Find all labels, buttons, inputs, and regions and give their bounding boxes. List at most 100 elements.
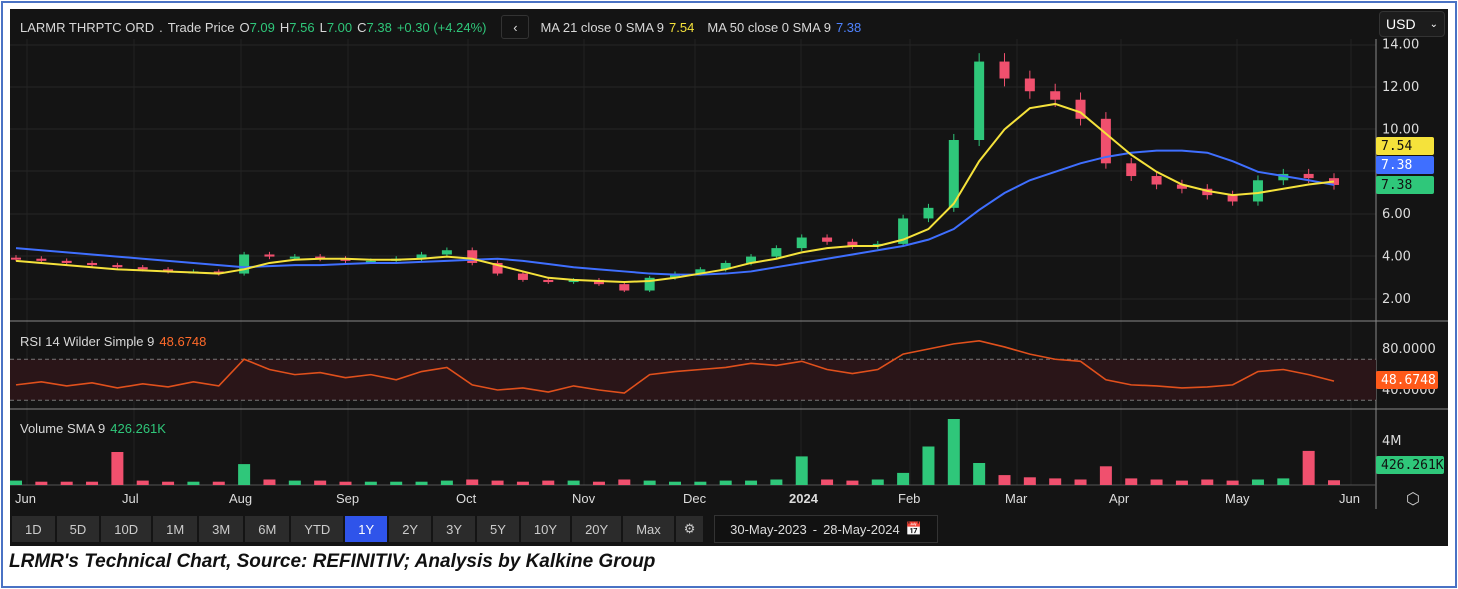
volume-bar bbox=[795, 456, 808, 485]
volume-bar bbox=[947, 419, 960, 485]
volume-bar bbox=[669, 481, 681, 485]
ma50-price-tag: 7.38 bbox=[1376, 156, 1434, 174]
volume-bar bbox=[364, 481, 377, 485]
range-1m[interactable]: 1M bbox=[153, 516, 198, 542]
date-to: 28-May-2024 bbox=[823, 521, 900, 537]
high-value: 7.56 bbox=[289, 19, 315, 35]
candle-down bbox=[137, 267, 148, 270]
rsi-band bbox=[10, 359, 1376, 401]
volume-bar bbox=[643, 480, 656, 485]
x-tick: Dec bbox=[683, 491, 707, 506]
close-value: 7.38 bbox=[366, 19, 392, 35]
price-tick: 12.00 bbox=[1382, 80, 1419, 95]
range-3y[interactable]: 3Y bbox=[433, 516, 476, 542]
volume-bar bbox=[1099, 466, 1112, 485]
volume-bar bbox=[897, 472, 910, 485]
low-value: 7.00 bbox=[326, 19, 353, 35]
range-ytd[interactable]: YTD bbox=[291, 516, 344, 542]
date-range-picker[interactable]: 30-May-2023 - 28-May-2024 📅 bbox=[714, 515, 938, 543]
range-3m[interactable]: 3M bbox=[199, 516, 244, 542]
candle-down bbox=[87, 262, 98, 266]
volume-bar bbox=[745, 480, 758, 485]
chart-svg[interactable]: 14.0012.0010.006.004.002.0080.000040.000… bbox=[10, 9, 1448, 546]
high-label: H bbox=[279, 19, 290, 35]
ma21-label: MA 21 close 0 SMA 9 bbox=[540, 19, 665, 35]
ma50-label: MA 50 close 0 SMA 9 bbox=[707, 19, 831, 35]
chevron-down-icon: ⌄ bbox=[1429, 18, 1438, 30]
range-2y[interactable]: 2Y bbox=[389, 516, 432, 542]
volume-bar bbox=[111, 452, 124, 485]
price-legend: LARMR THRPTC ORD . Trade Price O7.09 H7.… bbox=[20, 15, 861, 39]
volume-bar bbox=[1302, 450, 1315, 485]
volume-bar bbox=[1175, 480, 1188, 485]
chevron-left-icon: ‹ bbox=[513, 19, 518, 35]
candle-down bbox=[1303, 173, 1314, 179]
rsi-value-tag: 48.6748 bbox=[1376, 371, 1438, 389]
volume-bar bbox=[1049, 478, 1062, 485]
candle-down bbox=[11, 257, 21, 260]
volume-bar bbox=[592, 481, 605, 485]
ma21-value: 7.54 bbox=[669, 19, 695, 35]
range-10d[interactable]: 10D bbox=[101, 516, 152, 542]
volume-label: Volume SMA 9 bbox=[20, 421, 106, 436]
close-label: C bbox=[357, 19, 367, 35]
range-1y[interactable]: 1Y bbox=[345, 516, 388, 542]
volume-tick: 4M bbox=[1382, 434, 1402, 449]
volume-bar bbox=[1125, 478, 1138, 485]
currency-value: USD bbox=[1386, 16, 1416, 32]
rsi-legend: RSI 14 Wilder Simple 9 48.6748 bbox=[20, 334, 206, 349]
candle-up bbox=[974, 61, 985, 141]
collapse-legend-button[interactable]: ‹ bbox=[501, 15, 530, 39]
volume-bar bbox=[263, 479, 276, 485]
x-tick: Jul bbox=[122, 491, 139, 506]
volume-bar bbox=[288, 480, 301, 485]
candle-down bbox=[999, 61, 1010, 79]
x-tick: Oct bbox=[456, 491, 477, 506]
price-tick: 6.00 bbox=[1382, 207, 1411, 222]
volume-bar bbox=[440, 480, 453, 485]
volume-bar bbox=[35, 481, 48, 485]
range-20y[interactable]: 20Y bbox=[572, 516, 622, 542]
volume-bar bbox=[314, 480, 327, 485]
x-tick: 2024 bbox=[789, 491, 819, 506]
volume-bar bbox=[770, 479, 783, 485]
volume-bar bbox=[187, 481, 200, 485]
volume-legend: Volume SMA 9 426.261K bbox=[20, 421, 166, 436]
volume-bar bbox=[86, 481, 99, 485]
volume-bar bbox=[973, 463, 986, 485]
range-5y[interactable]: 5Y bbox=[477, 516, 519, 542]
volume-bar bbox=[212, 481, 225, 485]
volume-bar bbox=[1251, 479, 1264, 485]
x-tick: Aug bbox=[229, 491, 252, 506]
volume-bar bbox=[871, 479, 884, 485]
price-tick: 2.00 bbox=[1382, 292, 1411, 307]
candle-up bbox=[923, 207, 934, 219]
low-label: L bbox=[319, 19, 327, 35]
candle-up bbox=[441, 250, 452, 255]
range-max[interactable]: Max bbox=[623, 516, 674, 542]
volume-bar bbox=[1328, 480, 1340, 485]
candle-up bbox=[289, 256, 300, 259]
volume-bar bbox=[694, 481, 707, 485]
ma50-value: 7.38 bbox=[835, 19, 862, 35]
candle-down bbox=[1050, 91, 1061, 100]
open-value: 7.09 bbox=[249, 19, 275, 35]
settings-icon[interactable]: ⬡ bbox=[1406, 491, 1420, 508]
candle-down bbox=[543, 279, 554, 283]
volume-bar bbox=[567, 480, 580, 485]
x-tick: Feb bbox=[898, 491, 920, 506]
range-5d[interactable]: 5D bbox=[56, 516, 100, 542]
gear-icon[interactable]: ⚙ bbox=[675, 516, 704, 542]
x-tick: Apr bbox=[1109, 491, 1130, 506]
volume-bar bbox=[415, 481, 428, 485]
x-tick: Nov bbox=[572, 491, 596, 506]
range-1d[interactable]: 1D bbox=[12, 516, 55, 542]
volume-bar bbox=[1277, 478, 1290, 485]
volume-bar bbox=[542, 480, 555, 485]
currency-select[interactable]: USD ⌄ bbox=[1379, 11, 1445, 37]
candle-down bbox=[467, 250, 478, 263]
candle-up bbox=[771, 248, 782, 257]
range-6m[interactable]: 6M bbox=[245, 516, 290, 542]
range-10y[interactable]: 10Y bbox=[520, 516, 571, 542]
volume-bar bbox=[491, 480, 504, 485]
